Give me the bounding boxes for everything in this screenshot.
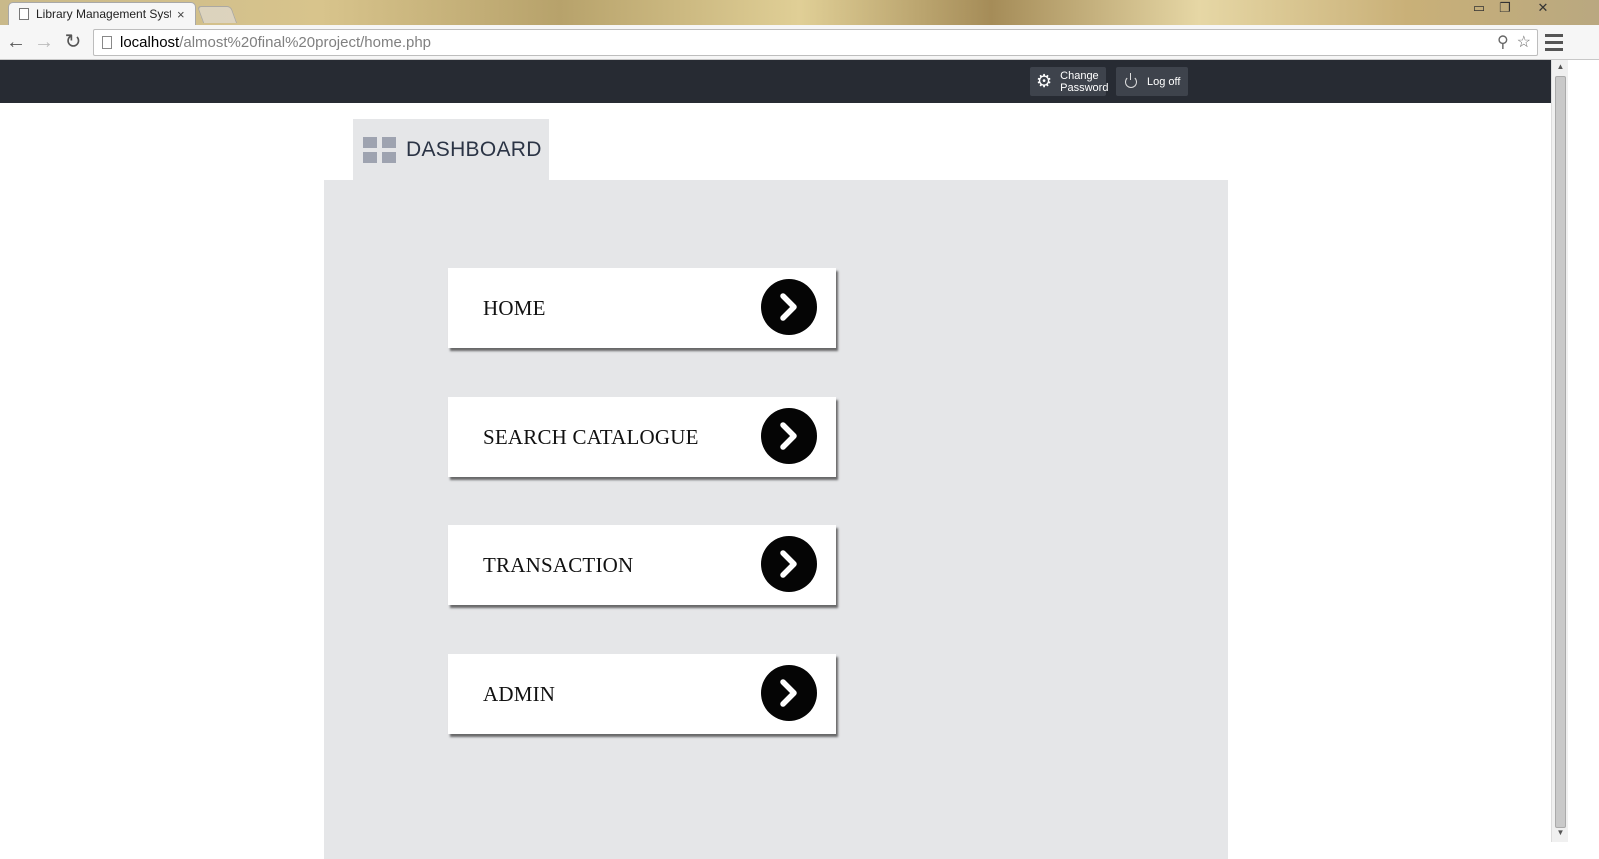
menu-item-transaction[interactable]: TRANSACTION (448, 525, 836, 605)
menu-item-search-catalogue[interactable]: SEARCH CATALOGUE (448, 397, 836, 477)
address-bar[interactable]: localhost/almost%20final%20project/home.… (93, 29, 1538, 56)
dashboard-title: DASHBOARD (406, 137, 542, 161)
dashboard-tab: DASHBOARD (353, 119, 549, 180)
logoff-button[interactable]: Log off (1116, 67, 1188, 96)
chevron-right-icon[interactable] (761, 665, 817, 721)
change-password-label-line2: Password (1060, 81, 1109, 94)
browser-toolbar: ← → ↻ localhost/almost%20final%20project… (0, 25, 1599, 60)
browser-tab[interactable]: Library Management System × (8, 2, 196, 25)
menu-item-home[interactable]: HOME (448, 268, 836, 348)
menu-item-admin[interactable]: ADMIN (448, 654, 836, 734)
menu-item-label: SEARCH CATALOGUE (483, 424, 699, 449)
scroll-up-icon[interactable]: ▲ (1555, 62, 1566, 74)
browser-menu-icon[interactable] (1545, 30, 1563, 54)
browser-titlebar: Library Management System × ▭ ❐ ✕ (0, 0, 1599, 25)
forward-icon[interactable]: → (32, 30, 56, 54)
dashboard-panel: HOME SEARCH CATALOGUE TRANSACTION ADMIN (324, 180, 1228, 859)
minimize-icon[interactable]: ▭ (1466, 0, 1492, 18)
window-edge (1568, 60, 1599, 859)
logoff-label: Log off (1147, 75, 1181, 88)
vertical-scrollbar[interactable]: ▲ ▼ (1551, 60, 1568, 842)
change-password-label-line1: Change (1060, 69, 1099, 82)
dashboard-grid-icon (363, 136, 396, 163)
new-tab-button[interactable] (196, 6, 238, 23)
zoom-icon[interactable]: ⚲ (1497, 32, 1509, 52)
reload-icon[interactable]: ↻ (61, 30, 85, 54)
back-icon[interactable]: ← (4, 30, 28, 54)
tab-title: Library Management System (36, 7, 171, 21)
chevron-right-icon[interactable] (761, 536, 817, 592)
scroll-down-icon[interactable]: ▼ (1555, 828, 1566, 840)
power-icon (1125, 72, 1137, 88)
change-password-button[interactable]: ⚙ Change Password (1030, 67, 1109, 96)
url-text: localhost/almost%20final%20project/home.… (120, 34, 432, 51)
bookmark-star-icon[interactable]: ☆ (1517, 32, 1531, 52)
chevron-right-icon[interactable] (761, 279, 817, 335)
chevron-right-icon[interactable] (761, 408, 817, 464)
menu-item-label: HOME (483, 295, 546, 320)
gear-icon: ⚙ (1036, 71, 1053, 91)
scroll-thumb[interactable] (1555, 76, 1566, 828)
page-viewport: ⚙ Change Password Log off DASHBOARD HOME… (0, 60, 1551, 859)
restore-icon[interactable]: ❐ (1492, 0, 1518, 18)
page-icon (102, 36, 112, 49)
menu-item-label: ADMIN (483, 681, 556, 706)
close-window-icon[interactable]: ✕ (1530, 0, 1556, 18)
close-tab-icon[interactable]: × (177, 7, 185, 22)
top-navigation-bar: ⚙ Change Password Log off (0, 60, 1551, 103)
page-icon (19, 8, 29, 20)
menu-item-label: TRANSACTION (483, 552, 634, 577)
